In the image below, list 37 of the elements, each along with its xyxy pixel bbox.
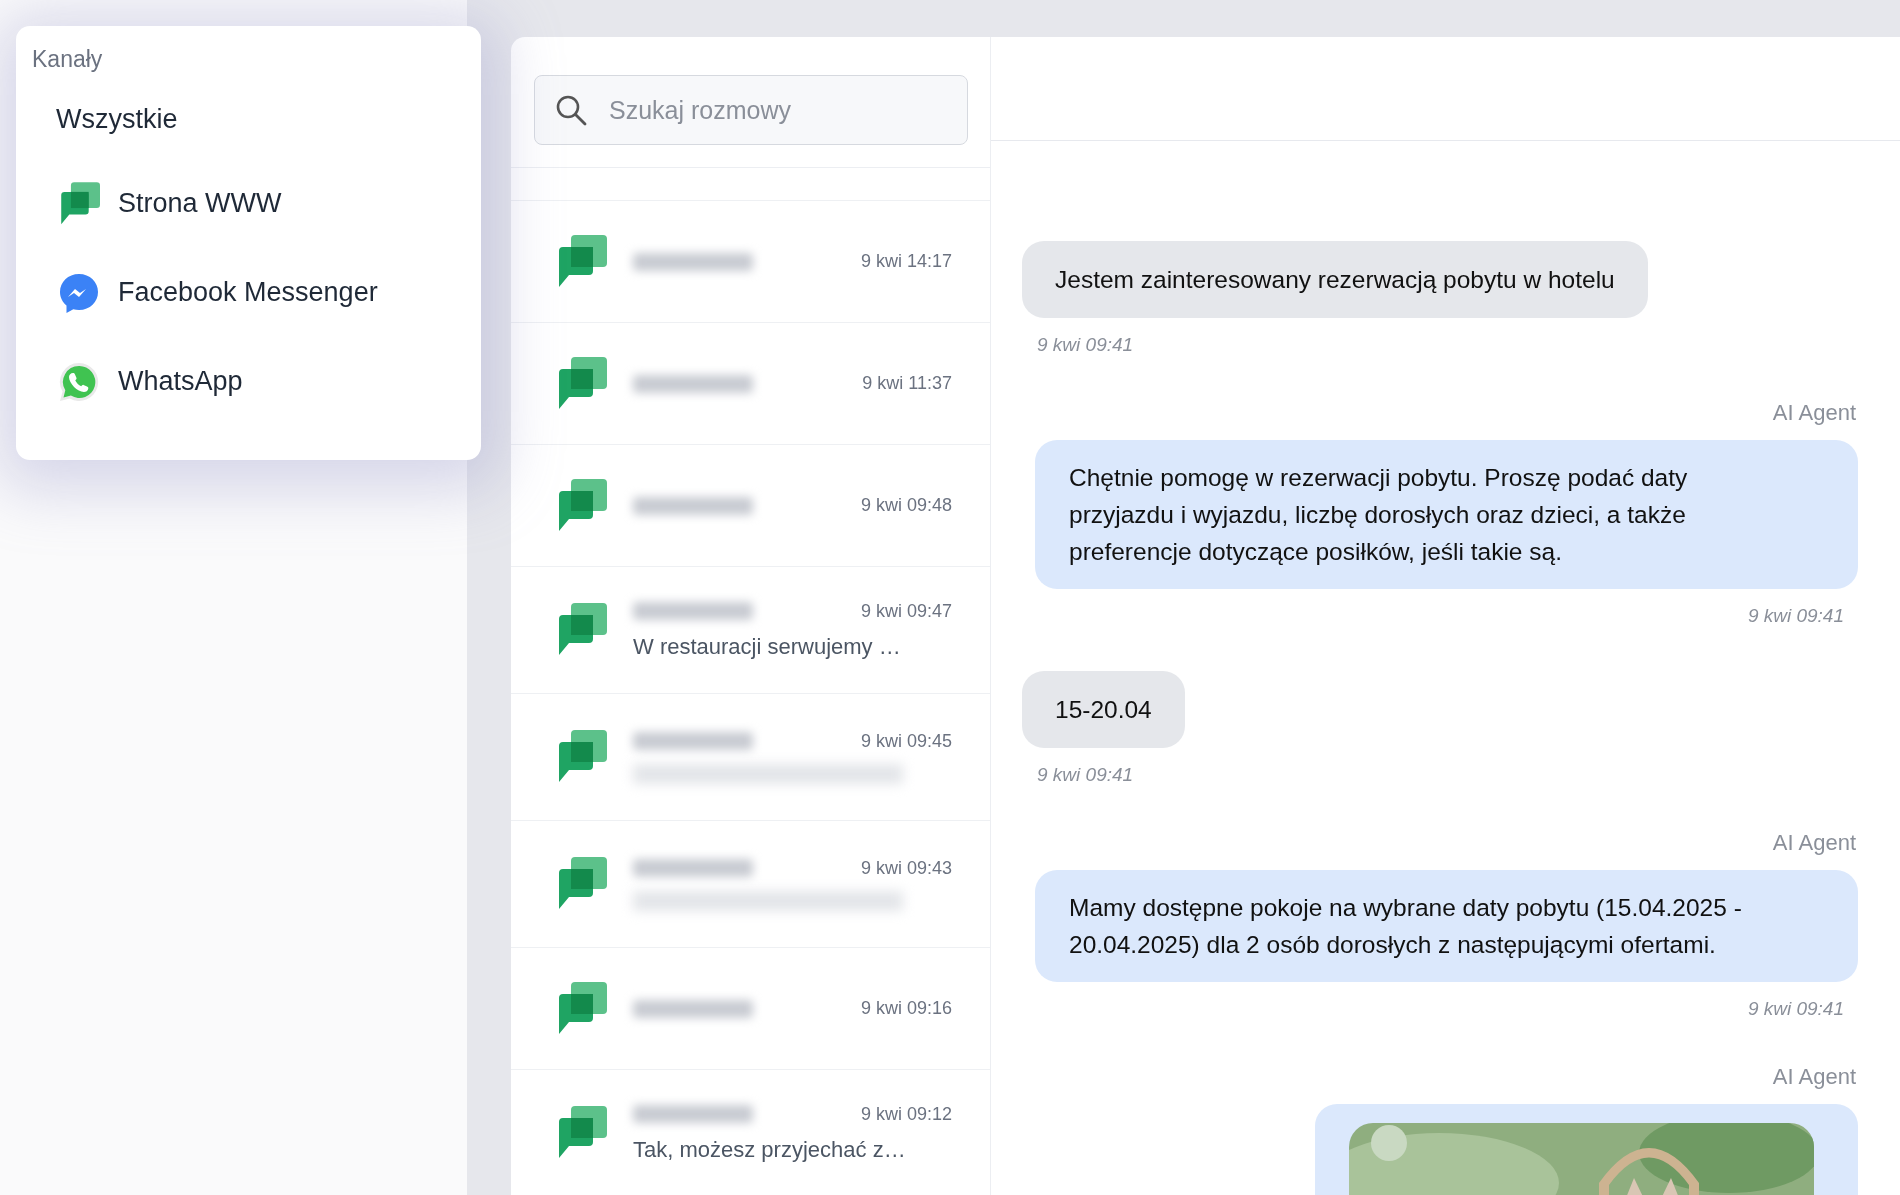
conversation-time: 9 kwi 09:45 bbox=[860, 730, 952, 752]
channel-option[interactable]: WhatsApp bbox=[118, 366, 243, 397]
message-preview: W restauracji serwujemy … bbox=[633, 633, 902, 660]
sender-name: AI Agent bbox=[1772, 1064, 1856, 1090]
whatsapp-icon bbox=[58, 360, 100, 403]
conversation-time: 9 kwi 11:37 bbox=[862, 373, 952, 394]
message-time: 9 kwi 09:41 bbox=[1747, 605, 1844, 627]
message-bubble: 15-20.04 bbox=[1022, 671, 1185, 748]
message-bubble: Jestem zainteresowany rezerwacją pobytu w hotelu bbox=[1022, 241, 1648, 318]
message-time: 9 kwi 09:41 bbox=[1037, 764, 1135, 786]
message-bubble: Chętnie pomogę w rezerwacji pobytu. Proszę podać daty przyjazdu i wyjazdu, liczbę dorosłych oraz dzieci, a także preferencje dotyczące posiłków, jeśli takie są. bbox=[1035, 440, 1858, 589]
conversation-item[interactable]: 9 kwi 09:43 bbox=[511, 820, 990, 947]
conversation-item[interactable]: 9 kwi 09:12 Tak, możesz przyjechać z… bbox=[511, 1069, 990, 1195]
message-time: 9 kwi 09:41 bbox=[1747, 998, 1844, 1020]
channel-option[interactable]: Strona WWW bbox=[118, 188, 282, 219]
conversation-item[interactable]: 9 kwi 14:17 bbox=[511, 200, 990, 322]
conversation-time: 9 kwi 14:17 bbox=[860, 251, 952, 272]
conversation-time: 9 kwi 09:47 bbox=[860, 600, 952, 622]
menu-title: Kanały bbox=[32, 46, 103, 73]
sender-name: AI Agent bbox=[1772, 400, 1856, 426]
message-bubble: Mamy dostępne pokoje na wybrane daty pobytu (15.04.2025 - 20.04.2025) dla 2 osób dorosłych z następującymi ofertami. bbox=[1035, 870, 1858, 982]
search-field[interactable]: Szukaj rozmowy bbox=[534, 75, 968, 145]
channel-option[interactable]: Wszystkie bbox=[56, 103, 178, 135]
sender-name: AI Agent bbox=[1772, 830, 1856, 856]
conversation-item[interactable]: 9 kwi 09:16 bbox=[511, 947, 990, 1069]
conversation-item[interactable]: 9 kwi 11:37 bbox=[511, 322, 990, 444]
channel-option[interactable]: Facebook Messenger bbox=[118, 277, 378, 308]
message-preview: Tak, możesz przyjechać z… bbox=[633, 1136, 907, 1163]
conversation-item[interactable]: 9 kwi 09:45 bbox=[511, 693, 990, 820]
conversation-time: 9 kwi 09:48 bbox=[860, 495, 952, 516]
conversation-item[interactable]: 9 kwi 09:47 W restauracji serwujemy … bbox=[511, 566, 990, 693]
conversation-time: 9 kwi 09:43 bbox=[860, 857, 952, 879]
conversation-time: 9 kwi 09:12 bbox=[860, 1103, 952, 1125]
conversation-item[interactable]: 9 kwi 09:48 bbox=[511, 444, 990, 566]
message-time: 9 kwi 09:41 bbox=[1037, 334, 1135, 356]
messenger-icon bbox=[58, 271, 100, 314]
conversation-time: 9 kwi 09:16 bbox=[860, 998, 952, 1019]
